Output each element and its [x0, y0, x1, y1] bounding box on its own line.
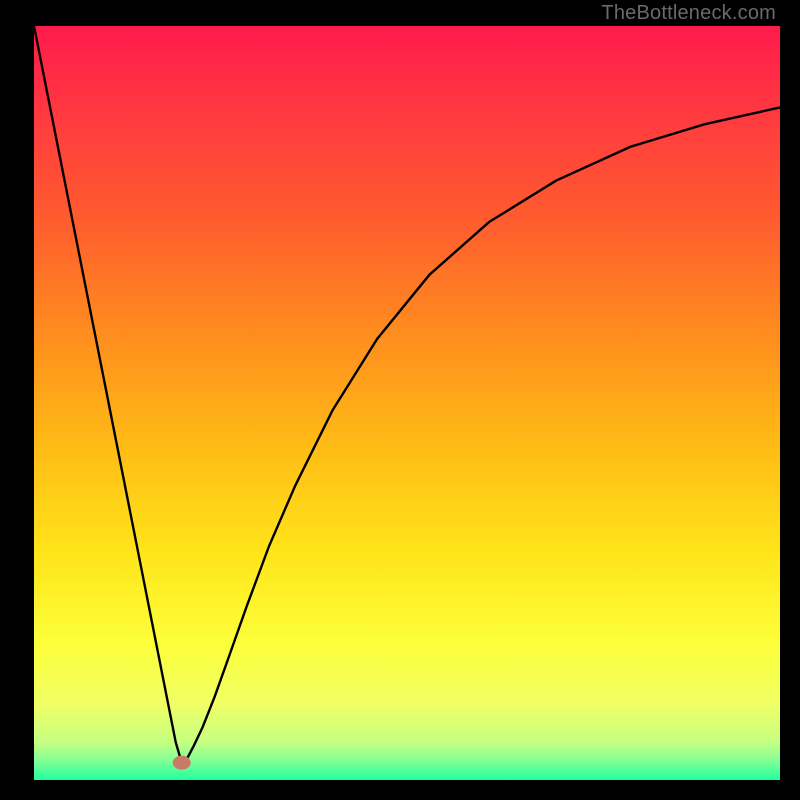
min-marker: [173, 756, 191, 770]
bottleneck-chart: [0, 0, 800, 800]
plot-background: [34, 26, 780, 780]
watermark-text: TheBottleneck.com: [601, 2, 776, 25]
outer-frame: TheBottleneck.com: [0, 0, 800, 800]
